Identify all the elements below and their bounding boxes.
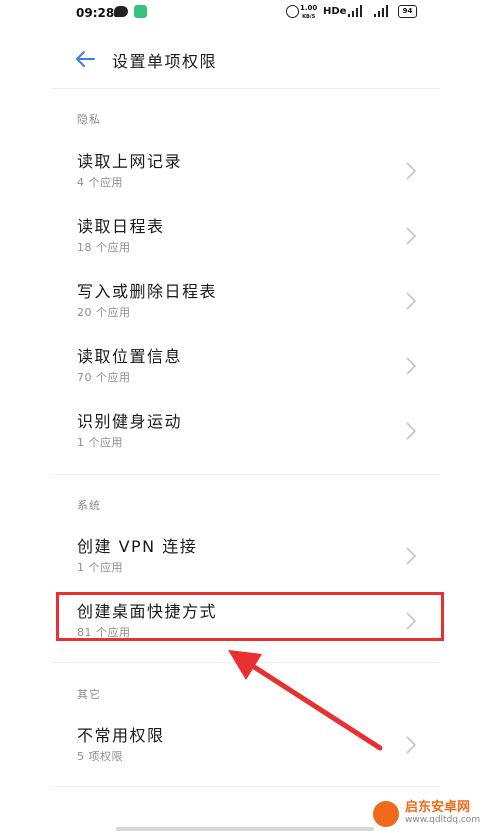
- chevron-right-icon: [406, 357, 417, 375]
- item-title: 读取上网记录: [77, 152, 183, 171]
- chevron-right-icon: [406, 547, 417, 565]
- section-divider: [52, 662, 440, 663]
- item-subtitle: 70 个应用: [77, 371, 131, 384]
- item-subtitle: 18 个应用: [77, 241, 131, 254]
- chevron-right-icon: [406, 292, 417, 310]
- section-label-privacy: 隐私: [77, 113, 101, 126]
- chevron-right-icon: [406, 162, 417, 180]
- permission-item-browsing-history[interactable]: 读取上网记录 4 个应用: [52, 140, 440, 204]
- watermark-text: 启东安卓网: [405, 800, 471, 815]
- section-divider: [52, 786, 440, 787]
- item-subtitle: 1 个应用: [77, 436, 123, 449]
- battery-icon: 94: [398, 5, 417, 18]
- page-header: 设置单项权限: [0, 36, 500, 84]
- back-arrow-icon[interactable]: [72, 46, 98, 72]
- item-subtitle: 20 个应用: [77, 306, 131, 319]
- signal-icon-2: [372, 5, 392, 17]
- message-icon: [114, 6, 128, 17]
- item-title: 识别健身运动: [77, 412, 183, 431]
- alarm-icon: [286, 5, 299, 18]
- signal-icon-1: [346, 5, 366, 17]
- status-bar: 09:28 1.00 KB/S HDe 94: [0, 0, 500, 26]
- item-subtitle: 1 个应用: [77, 561, 123, 574]
- app-notification-icon: [134, 5, 147, 18]
- status-time: 09:28: [76, 6, 115, 20]
- item-subtitle: 5 项权限: [77, 750, 123, 763]
- permission-item-read-calendar[interactable]: 读取日程表 18 个应用: [52, 205, 440, 269]
- chevron-right-icon: [406, 422, 417, 440]
- item-subtitle: 4 个应用: [77, 176, 123, 189]
- watermark-url: www.qdltdq.com: [405, 815, 481, 825]
- permission-item-fitness[interactable]: 识别健身运动 1 个应用: [52, 400, 440, 464]
- permission-item-uncommon[interactable]: 不常用权限 5 项权限: [52, 714, 440, 778]
- gesture-bar[interactable]: [116, 827, 374, 831]
- chevron-right-icon: [406, 736, 417, 754]
- header-divider: [52, 88, 440, 89]
- permission-item-vpn[interactable]: 创建 VPN 连接 1 个应用: [52, 525, 440, 589]
- hd-indicator: HDe: [323, 6, 347, 17]
- section-divider: [52, 474, 440, 475]
- section-label-other: 其它: [77, 688, 101, 701]
- item-title: 写入或删除日程表: [77, 282, 218, 301]
- item-title: 不常用权限: [77, 726, 165, 745]
- highlight-box: [56, 592, 444, 641]
- permission-item-location[interactable]: 读取位置信息 70 个应用: [52, 335, 440, 399]
- page-title: 设置单项权限: [112, 52, 218, 71]
- chevron-right-icon: [406, 227, 417, 245]
- watermark-logo-icon: [373, 801, 399, 827]
- item-title: 读取位置信息: [77, 347, 183, 366]
- network-speed: 1.00 KB/S: [300, 4, 318, 20]
- item-title: 创建 VPN 连接: [77, 537, 198, 556]
- permission-item-write-calendar[interactable]: 写入或删除日程表 20 个应用: [52, 270, 440, 334]
- section-label-system: 系统: [77, 499, 101, 512]
- item-title: 读取日程表: [77, 217, 165, 236]
